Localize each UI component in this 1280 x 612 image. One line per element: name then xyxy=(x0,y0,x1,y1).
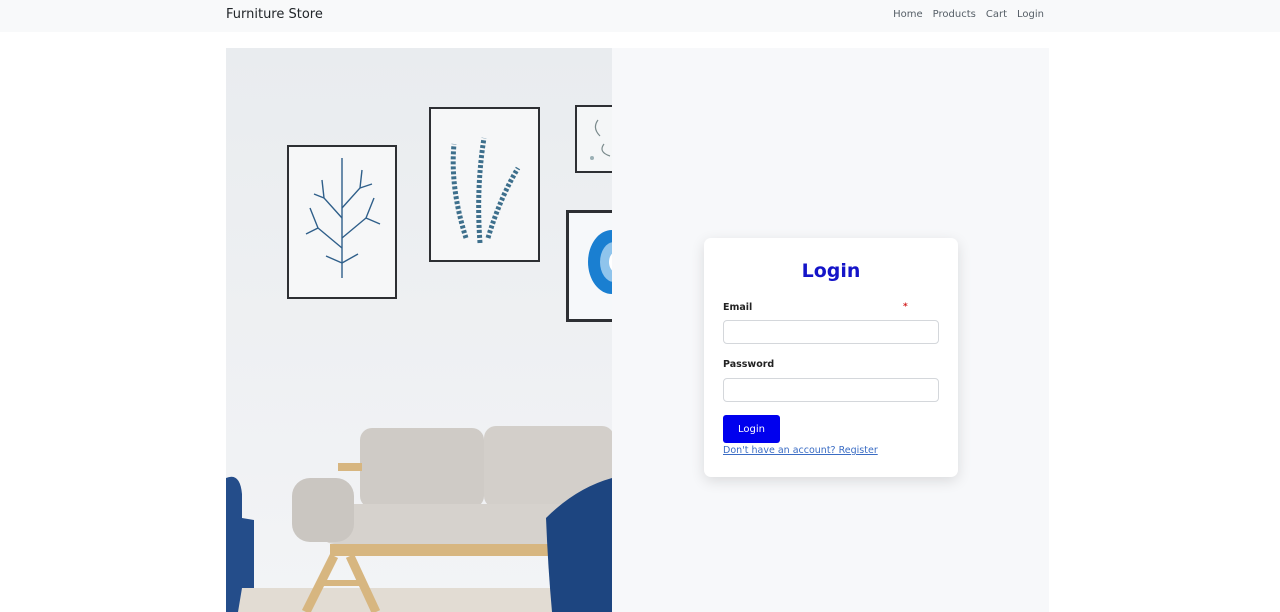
password-label: Password xyxy=(723,359,775,370)
hero-image xyxy=(226,48,612,612)
required-marker: * xyxy=(903,302,908,312)
register-link[interactable]: Don't have an account? Register xyxy=(723,445,878,456)
email-input[interactable] xyxy=(723,320,939,344)
password-input[interactable] xyxy=(723,378,939,402)
login-panel: Login Email * Password Login Don't have … xyxy=(612,48,1049,612)
nav-links: Home Products Cart Login xyxy=(893,9,1044,20)
navbar: Furniture Store Home Products Cart Login xyxy=(0,0,1280,32)
brand-link[interactable]: Furniture Store xyxy=(226,7,323,22)
frame-calligraphy-art xyxy=(575,105,612,173)
nav-cart-link[interactable]: Cart xyxy=(986,9,1007,20)
frame-agate-art xyxy=(566,210,612,322)
main-container: Login Email * Password Login Don't have … xyxy=(226,48,1049,612)
frame-fern-art xyxy=(429,107,540,262)
living-room-illustration xyxy=(226,48,612,612)
email-label: Email xyxy=(723,302,753,313)
frame-coral-art xyxy=(287,145,397,299)
login-title: Login xyxy=(801,260,861,282)
login-button[interactable]: Login xyxy=(723,415,780,443)
login-card: Login Email * Password Login Don't have … xyxy=(704,238,958,477)
nav-home-link[interactable]: Home xyxy=(893,9,923,20)
nav-products-link[interactable]: Products xyxy=(933,9,976,20)
nav-login-link[interactable]: Login xyxy=(1017,9,1044,20)
